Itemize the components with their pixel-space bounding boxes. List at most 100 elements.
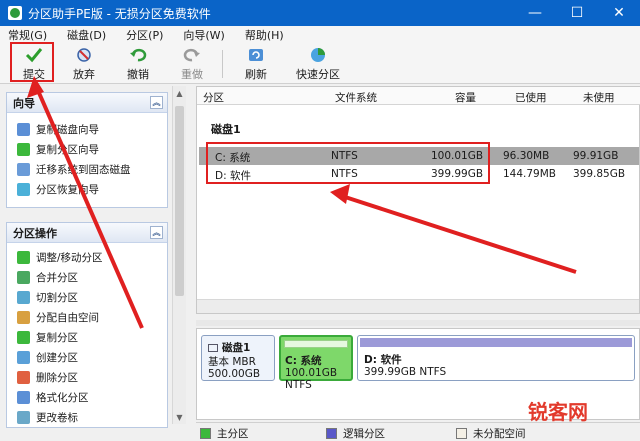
col-capacity[interactable]: 容量 — [455, 90, 476, 105]
wizard-item-label: 迁移系统到固态磁盘 — [36, 163, 131, 176]
toolbar-separator — [222, 50, 223, 78]
discard-label: 放弃 — [73, 68, 95, 81]
watermark-logo: 锐客网 — [528, 400, 588, 424]
partition-name: C: 系统 — [285, 355, 322, 367]
table-hscrollbar[interactable] — [197, 299, 639, 313]
legend-unallocated: 未分配空间 — [456, 426, 526, 441]
wizard-item-migrate-os[interactable]: 迁移系统到固态磁盘 — [7, 159, 167, 179]
menu-bar: 常规(G) 磁盘(D) 分区(P) 向导(W) 帮助(H) — [0, 26, 640, 44]
wizard-item-partition-recovery[interactable]: 分区恢复向导 — [7, 179, 167, 199]
partition-usage-bar — [360, 338, 632, 347]
undo-label: 撤销 — [127, 68, 149, 81]
wizard-item-copy-partition[interactable]: 复制分区向导 — [7, 139, 167, 159]
quick-partition-icon — [308, 46, 328, 64]
copy-icon — [17, 330, 30, 344]
legend-label: 主分区 — [217, 428, 249, 440]
col-partition[interactable]: 分区 — [203, 90, 224, 105]
scroll-down-icon[interactable]: ▼ — [173, 410, 186, 424]
legend-primary: 主分区 — [200, 426, 249, 441]
allocate-icon — [17, 310, 30, 324]
merge-icon — [17, 270, 30, 284]
op-label: 更改卷标 — [36, 411, 78, 424]
copy-partition-icon — [17, 142, 30, 156]
op-label: 切割分区 — [36, 291, 78, 304]
collapse-icon[interactable]: ︽ — [150, 226, 163, 239]
menu-partition[interactable]: 分区(P) — [126, 27, 163, 43]
resize-icon — [17, 250, 30, 264]
partition-usage-bar — [284, 340, 348, 348]
op-resize-move[interactable]: 调整/移动分区 — [7, 247, 167, 267]
close-button[interactable]: ✕ — [598, 0, 640, 26]
col-free[interactable]: 未使用 — [583, 90, 615, 105]
col-used[interactable]: 已使用 — [515, 90, 547, 105]
col-filesystem[interactable]: 文件系统 — [335, 90, 377, 105]
quick-partition-label: 快速分区 — [296, 68, 340, 81]
partition-recovery-icon — [17, 182, 30, 196]
quick-partition-button[interactable]: 快速分区 — [290, 46, 346, 82]
refresh-button[interactable]: 刷新 — [238, 46, 274, 82]
op-label: 合并分区 — [36, 271, 78, 284]
left-scrollbar[interactable]: ▲ ▼ — [172, 86, 186, 424]
annotation-box-submit — [10, 42, 54, 82]
panel-splitter[interactable] — [196, 320, 640, 326]
legend-label: 未分配空间 — [473, 428, 526, 440]
disk-info-box[interactable]: 磁盘1 基本 MBR 500.00GB — [201, 335, 275, 381]
disk-icon — [208, 343, 218, 352]
menu-help[interactable]: 帮助(H) — [245, 27, 284, 43]
wizard-section: 向导 ︽ 复制磁盘向导 复制分区向导 迁移系统到固态磁盘 分区恢复向导 — [6, 92, 168, 208]
annotation-box-partitions — [206, 142, 490, 184]
op-label: 删除分区 — [36, 371, 78, 384]
create-icon — [17, 350, 30, 364]
op-change-label[interactable]: 更改卷标 — [7, 407, 167, 427]
cell-free: 99.91GB — [573, 150, 619, 162]
window-title: 分区助手PE版 - 无损分区免费软件 — [28, 6, 211, 21]
op-format[interactable]: 格式化分区 — [7, 387, 167, 407]
wizard-item-label: 分区恢复向导 — [36, 183, 99, 196]
format-icon — [17, 390, 30, 404]
op-delete[interactable]: 删除分区 — [7, 367, 167, 387]
op-allocate-free[interactable]: 分配自由空间 — [7, 307, 167, 327]
op-label: 复制分区 — [36, 331, 78, 344]
op-copy[interactable]: 复制分区 — [7, 327, 167, 347]
scroll-thumb[interactable] — [175, 106, 184, 296]
partition-ops-title: 分区操作 — [13, 226, 57, 240]
op-create[interactable]: 创建分区 — [7, 347, 167, 367]
undo-button[interactable]: 撤销 — [120, 46, 156, 82]
redo-button[interactable]: 重做 — [174, 46, 210, 82]
maximize-button[interactable]: ☐ — [556, 0, 598, 26]
menu-wizard[interactable]: 向导(W) — [183, 27, 224, 43]
split-icon — [17, 290, 30, 304]
menu-general[interactable]: 常规(G) — [8, 27, 47, 43]
legend-label: 逻辑分区 — [343, 428, 385, 440]
op-merge[interactable]: 合并分区 — [7, 267, 167, 287]
scroll-up-icon[interactable]: ▲ — [173, 86, 186, 100]
disk-group-label: 磁盘1 — [211, 123, 241, 136]
op-split[interactable]: 切割分区 — [7, 287, 167, 307]
op-label: 分配自由空间 — [36, 311, 99, 324]
disk-type: 基本 MBR — [208, 356, 256, 368]
legend-logical: 逻辑分区 — [326, 426, 385, 441]
redo-label: 重做 — [181, 68, 203, 81]
collapse-icon[interactable]: ︽ — [150, 96, 163, 109]
discard-button[interactable]: 放弃 — [66, 46, 102, 82]
wizard-item-copy-disk[interactable]: 复制磁盘向导 — [7, 119, 167, 139]
wizard-header[interactable]: 向导 ︽ — [7, 93, 167, 113]
migrate-os-icon — [17, 162, 30, 176]
wizard-title: 向导 — [13, 96, 35, 110]
partition-block-d[interactable]: D: 软件 399.99GB NTFS — [357, 335, 635, 381]
partition-ops-header[interactable]: 分区操作 ︽ — [7, 223, 167, 243]
partition-ops-section: 分区操作 ︽ 调整/移动分区 合并分区 切割分区 分配自由空间 复制分区 创建分… — [6, 222, 168, 428]
partition-block-c[interactable]: C: 系统 100.01GB NTFS — [279, 335, 353, 391]
refresh-icon — [246, 46, 266, 64]
cell-used: 96.30MB — [503, 150, 550, 162]
wizard-item-label: 复制分区向导 — [36, 143, 99, 156]
cell-used: 144.79MB — [503, 168, 557, 180]
redo-icon — [182, 46, 202, 64]
legend-swatch — [200, 428, 211, 439]
menu-disk[interactable]: 磁盘(D) — [67, 27, 106, 43]
delete-icon — [17, 370, 30, 384]
partition-info: 100.01GB NTFS — [285, 367, 338, 391]
disk-size: 500.00GB — [208, 368, 261, 380]
minimize-button[interactable]: — — [514, 0, 556, 26]
undo-icon — [128, 46, 148, 64]
